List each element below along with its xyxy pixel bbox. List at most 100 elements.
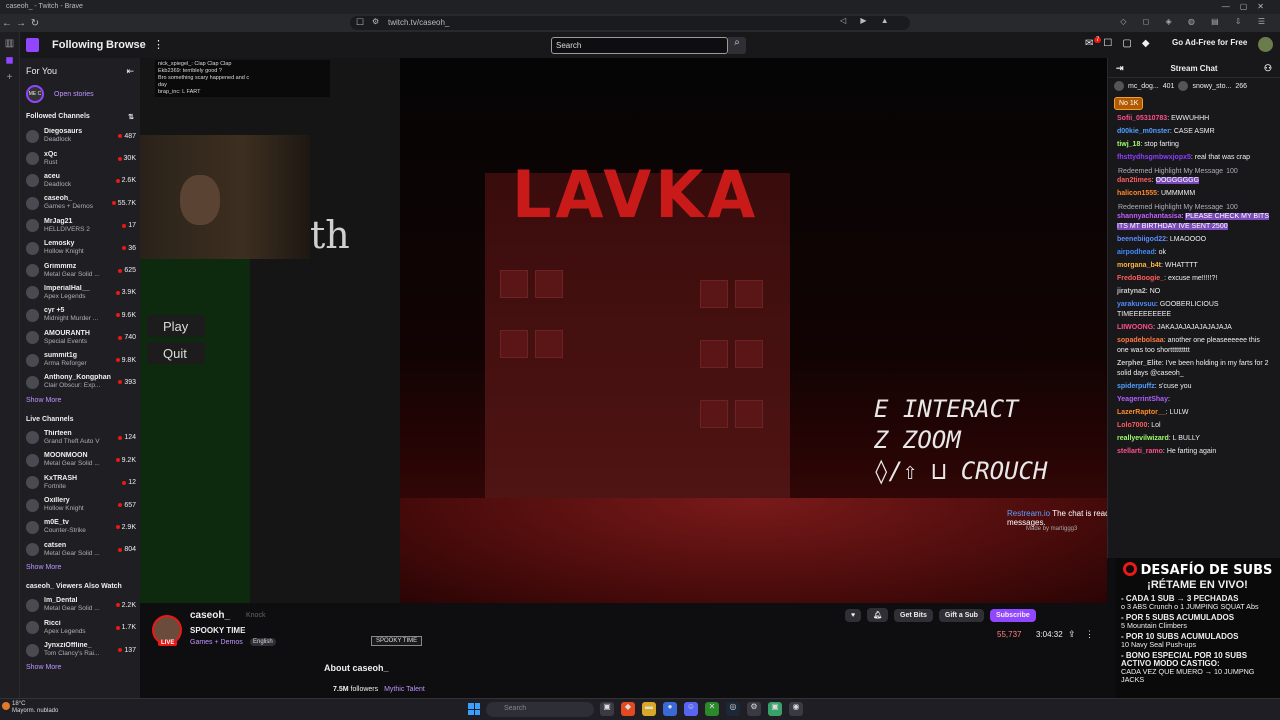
chat-username[interactable]: spiderpuffz bbox=[1117, 383, 1155, 390]
gift-leaderboard[interactable]: mc_dog... 401 snowy_sto... 266 bbox=[1108, 78, 1280, 94]
steam-icon[interactable]: ◎ bbox=[726, 702, 740, 716]
sidebar-channel[interactable]: Anthony_Kongphan Clair Obscur: Exp... 39… bbox=[20, 371, 140, 393]
sidebar-channel[interactable]: KxTRASH Fortnite 12 bbox=[20, 471, 140, 493]
sidebar-channel[interactable]: aceu Deadlock 2.6K bbox=[20, 170, 140, 192]
chat-username[interactable]: dan2times bbox=[1117, 177, 1152, 184]
chat-username[interactable]: d00kie_m0nster bbox=[1117, 128, 1170, 135]
chat-username[interactable]: LazerRaptor__ bbox=[1117, 409, 1166, 416]
weather-icon[interactable] bbox=[2, 702, 10, 710]
chat-message[interactable]: Lolo7000: Lol bbox=[1108, 420, 1280, 433]
more-options-icon[interactable]: ⋮ bbox=[1085, 629, 1094, 640]
chat-message[interactable]: YeagerrintShay: bbox=[1108, 394, 1280, 407]
chat-message[interactable]: stellarti_ramo: He farting again bbox=[1108, 446, 1280, 459]
chat-username[interactable]: beenebiigod22 bbox=[1117, 236, 1166, 243]
chat-message[interactable]: morgana_b4t: WHATTTT bbox=[1108, 260, 1280, 273]
weather-widget[interactable]: 18°C Mayorm. nublado bbox=[12, 701, 58, 715]
chat-username[interactable]: halicon1555 bbox=[1117, 190, 1157, 197]
sidebar-channel[interactable]: xQc Rust 30K bbox=[20, 147, 140, 169]
share-icon[interactable]: ⇪ bbox=[1068, 629, 1076, 640]
sidebar-channel[interactable]: lm_Dental Metal Gear Solid ... 2.2K bbox=[20, 594, 140, 616]
obs-icon[interactable]: ◉ bbox=[789, 702, 803, 716]
chat-username[interactable]: Sofii_05310783 bbox=[1117, 115, 1167, 122]
reload-icon[interactable]: ↻ bbox=[28, 18, 42, 29]
chat-message[interactable]: halicon1555: UMMMMM bbox=[1108, 188, 1280, 201]
sidebar-channel[interactable]: MrJag21 HELLDIVERS 2 17 bbox=[20, 215, 140, 237]
discord-icon[interactable]: ☺ bbox=[684, 702, 698, 716]
hype-badge[interactable]: No 1K bbox=[1114, 97, 1144, 110]
chat-message[interactable]: Zerpher_Elite: I've been holding in my f… bbox=[1108, 358, 1280, 381]
chat-message[interactable]: d00kie_m0nster: CASE ASMR bbox=[1108, 126, 1280, 139]
chat-username[interactable]: stellarti_ramo bbox=[1117, 448, 1163, 455]
stories-row[interactable]: ME C Open stories bbox=[20, 81, 140, 107]
nav-browse[interactable]: Browse bbox=[106, 39, 146, 51]
chat-username[interactable]: YeagerrintShay bbox=[1117, 396, 1168, 403]
chat-message[interactable]: spiderpuffz: s'cuse you bbox=[1108, 381, 1280, 394]
chat-username[interactable]: airpodhead bbox=[1117, 249, 1155, 256]
sidebar-channel[interactable]: Grimmmz Metal Gear Solid ... 625 bbox=[20, 259, 140, 281]
open-stories-link[interactable]: Open stories bbox=[54, 91, 94, 98]
notifications-icon[interactable]: ✉ bbox=[1085, 38, 1093, 49]
search-button[interactable]: ⌕ bbox=[728, 37, 746, 54]
whispers-icon[interactable]: ▢ bbox=[1122, 38, 1131, 49]
knock-button[interactable]: Knock bbox=[246, 612, 265, 619]
team-link[interactable]: Mythic Talent bbox=[384, 686, 425, 693]
show-more-live[interactable]: Show More bbox=[20, 561, 140, 577]
window-controls[interactable]: —▢✕ bbox=[1222, 2, 1274, 11]
chat-message[interactable]: shannyachantasisa: PLEASE CHECK MY BITS … bbox=[1108, 211, 1280, 234]
nav-following[interactable]: Following bbox=[52, 39, 103, 51]
sort-icon[interactable]: ⇅ bbox=[128, 113, 134, 121]
chat-username[interactable]: FredoBoogie_ bbox=[1117, 275, 1164, 282]
folder-icon[interactable]: ▬ bbox=[642, 702, 656, 716]
collapse-chat-icon[interactable]: ⇥ bbox=[1116, 63, 1124, 74]
sidebar-channel[interactable]: m0E_tv Counter-Strike 2.9K bbox=[20, 516, 140, 538]
sidebar-channel[interactable]: Lemosky Hollow Knight 36 bbox=[20, 237, 140, 259]
chat-username[interactable]: fhsttydhsgmbwxjopx5 bbox=[1117, 154, 1191, 161]
extensions-icon[interactable]: ◇ ◻ ◈ ◍ ▤ ⇩ ☰ bbox=[1120, 17, 1272, 26]
back-icon[interactable]: ← bbox=[0, 18, 14, 29]
chat-username[interactable]: tiwj_18 bbox=[1117, 141, 1140, 148]
inbox-icon[interactable]: ☐ bbox=[1103, 38, 1112, 49]
bits-icon[interactable]: ◆ bbox=[1142, 38, 1150, 49]
windows-start-icon[interactable] bbox=[468, 703, 480, 715]
show-more-followed[interactable]: Show More bbox=[20, 394, 140, 410]
user-avatar[interactable] bbox=[1258, 37, 1273, 52]
chat-message[interactable]: Sofii_05310783: EWWUHHH bbox=[1108, 113, 1280, 126]
chat-username[interactable]: Zerpher_Elite bbox=[1117, 360, 1162, 367]
show-more-also[interactable]: Show More bbox=[20, 661, 140, 677]
stream-category[interactable]: Games + Demos bbox=[190, 639, 243, 646]
sidebar-channel[interactable]: cyr +5 Midnight Murder ... 9.6K bbox=[20, 304, 140, 326]
chat-username[interactable]: morgana_b4t bbox=[1117, 262, 1161, 269]
app-icon[interactable]: ▣ bbox=[768, 702, 782, 716]
more-icon[interactable]: ⋮ bbox=[153, 38, 164, 51]
chat-username[interactable]: LIIWOONG bbox=[1117, 324, 1153, 331]
chat-app-icon[interactable]: ● bbox=[663, 702, 677, 716]
search-input[interactable]: Search bbox=[551, 37, 728, 54]
site-info-icon[interactable]: ⚙ bbox=[372, 17, 379, 26]
notify-bell-icon[interactable]: 🔔︎ bbox=[867, 608, 889, 622]
chat-message[interactable]: tiwj_18: stop farting bbox=[1108, 139, 1280, 152]
sidebar-channel[interactable]: caseoh_ Games + Demos 55.7K bbox=[20, 192, 140, 214]
ad-free-button[interactable]: Go Ad-Free for Free bbox=[1172, 38, 1247, 47]
bookmark-icon[interactable]: ☐ bbox=[356, 17, 364, 28]
get-bits-button[interactable]: Get Bits bbox=[894, 608, 933, 622]
chat-username[interactable]: Lolo7000 bbox=[1117, 422, 1147, 429]
task-view-icon[interactable]: ▣ bbox=[600, 702, 614, 716]
sidebar-channel[interactable]: summit1g Arma Reforger 9.8K bbox=[20, 349, 140, 371]
sidebar-channel[interactable]: Thirteen Grand Theft Auto V 124 bbox=[20, 427, 140, 449]
sidebar-channel[interactable]: catsen Metal Gear Solid ... 804 bbox=[20, 539, 140, 561]
chat-message[interactable]: dan2times: OOGGGGGG bbox=[1108, 175, 1280, 188]
streamer-name[interactable]: caseoh_ bbox=[190, 610, 230, 621]
sidebar-channel[interactable]: JynxziOffline_ Tom Clancy's Rai... 137 bbox=[20, 639, 140, 661]
chat-message[interactable]: LIIWOONG: JAKAJAJAJAJAJAJAJA bbox=[1108, 322, 1280, 335]
chat-message[interactable]: sopadebolsaa: another one pleaseeeeee th… bbox=[1108, 335, 1280, 358]
chat-message[interactable]: jiratyna2: NO bbox=[1108, 286, 1280, 299]
brave-icon[interactable]: ◆ bbox=[621, 702, 635, 716]
settings-icon[interactable]: ⚙ bbox=[747, 702, 761, 716]
chat-message[interactable]: fhsttydhsgmbwxjopx5: real that was crap bbox=[1108, 152, 1280, 165]
chat-username[interactable]: sopadebolsaa bbox=[1117, 337, 1164, 344]
sidebar-channel[interactable]: MOONMOON Metal Gear Solid ... 9.2K bbox=[20, 449, 140, 471]
sidebar-channel[interactable]: ImperialHal__ Apex Legends 3.9K bbox=[20, 282, 140, 304]
chat-message[interactable]: yarakuvsuu: GOOBERLICIOUS TIMEEEEEEEEE bbox=[1108, 299, 1280, 322]
twitch-logo[interactable] bbox=[26, 38, 39, 52]
chat-username[interactable]: jiratyna2 bbox=[1117, 288, 1146, 295]
